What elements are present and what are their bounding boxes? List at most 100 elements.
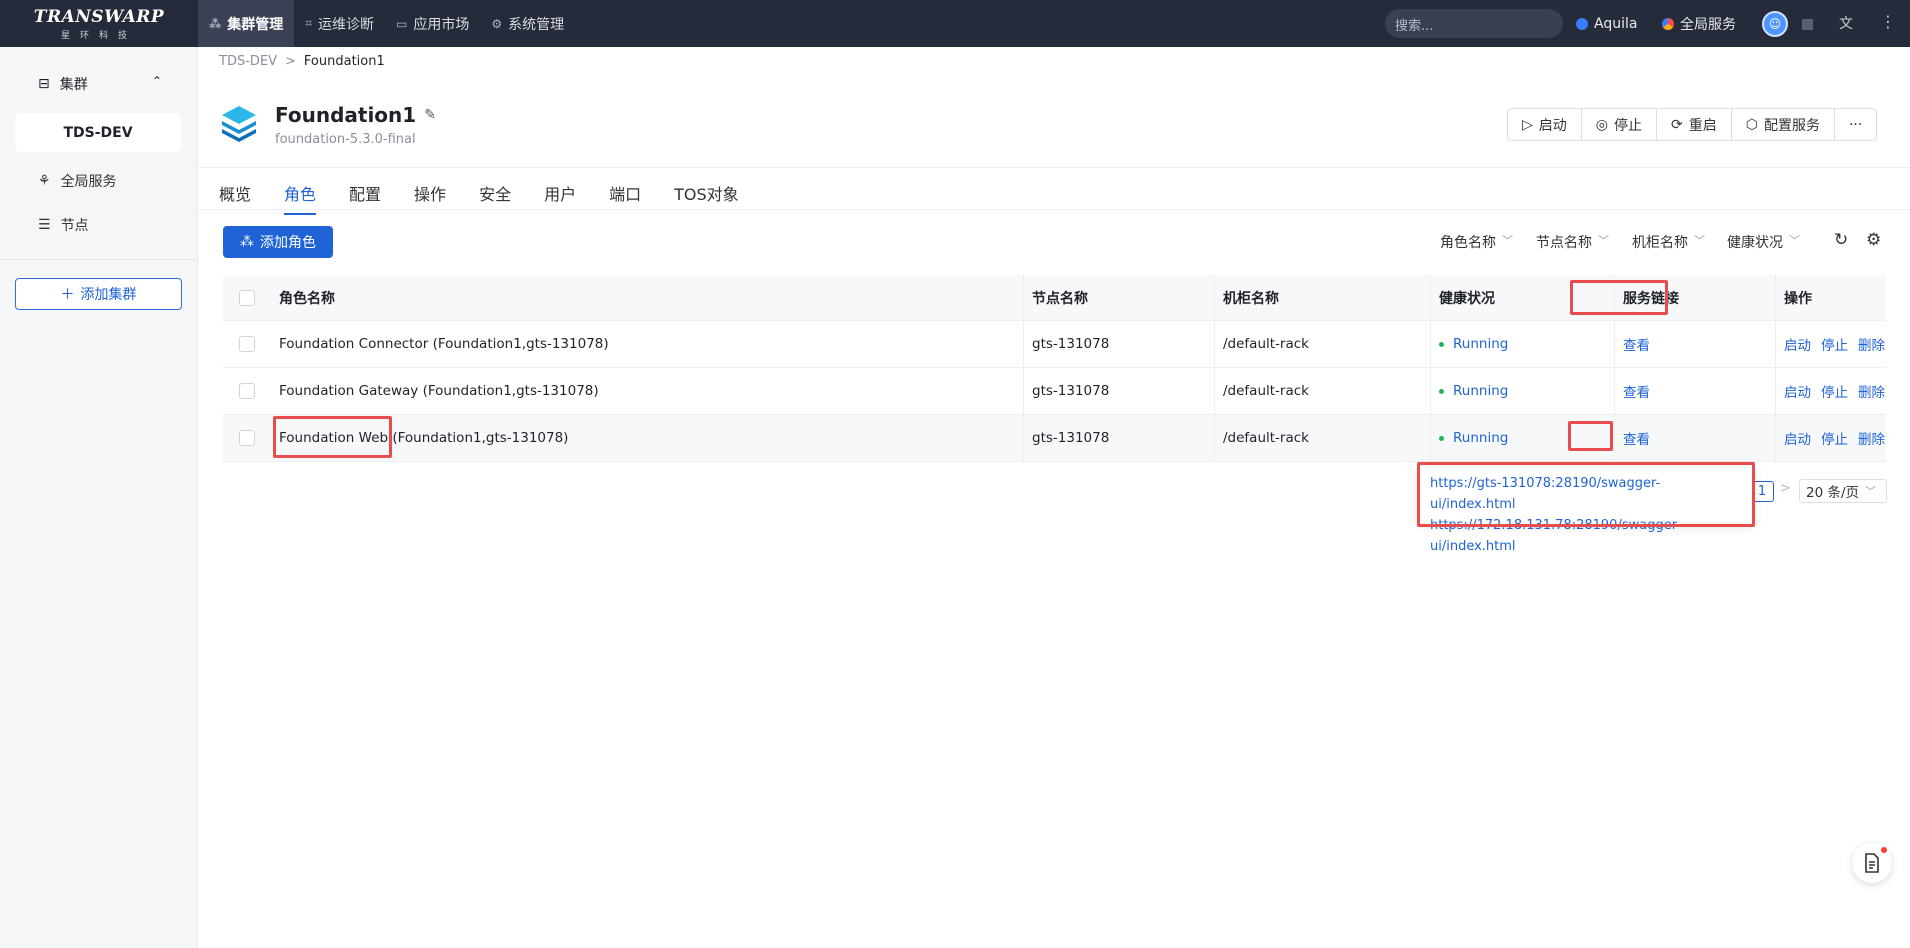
service-name: Foundation1 [275,103,417,127]
row-stop-link[interactable]: 停止 [1821,428,1848,448]
row-checkbox[interactable] [239,336,255,352]
refresh-icon[interactable]: ↻ [1834,230,1848,250]
add-cluster-button[interactable]: ＋ 添加集群 [15,278,182,310]
view-link[interactable]: 查看 [1623,381,1650,401]
config-service-button[interactable]: ⬡ 配置服务 [1732,109,1835,140]
node-name: gts-131078 [1024,321,1215,367]
row-delete-link[interactable]: 删除 [1858,334,1885,354]
topnav-market[interactable]: ▭ 应用市场 [385,0,480,47]
service-link-cell: 查看 [1615,415,1776,461]
tab-overview[interactable]: 概览 [219,177,251,209]
row-select-cell [223,321,271,367]
tab-users[interactable]: 用户 [544,177,576,209]
breadcrumb-current: Foundation1 [303,54,385,69]
filter-node-name[interactable]: 节点名称 ﹀ [1536,232,1609,252]
role-name: Foundation Connector (Foundation1,gts-13… [271,321,1024,367]
sidebar-cluster-header[interactable]: ⊟ 集群 ⌃ [38,74,168,94]
column-header: 机柜名称 [1215,275,1431,320]
status-text: Running [1453,430,1509,446]
row-delete-link[interactable]: 删除 [1858,428,1885,448]
ops-cell: 启动 停止 删除 [1776,321,1886,367]
divider [198,209,1910,210]
filter-health[interactable]: 健康状况 ﹀ [1727,232,1800,252]
tab-tos-objects[interactable]: TOS对象 [674,177,739,209]
table-row: Foundation Connector (Foundation1,gts-13… [223,321,1886,368]
restart-button[interactable]: ⟳ 重启 [1657,109,1732,140]
more-icon[interactable]: ⋮ [1880,12,1896,31]
health-cell: Running [1431,321,1615,367]
tab-config[interactable]: 配置 [349,177,381,209]
services-icon: ⚘ [38,173,51,189]
aquila-link[interactable]: Aquila [1576,0,1637,47]
sidebar: ⊟ 集群 ⌃ TDS-DEV ⚘ 全局服务 ☰ 节点 ＋ 添加集群 [0,47,198,948]
logo-sub: 星环科技 [60,30,137,41]
tab-security[interactable]: 安全 [479,177,511,209]
tab-roles[interactable]: 角色 [284,177,317,215]
settings-icon[interactable]: ⚙ [1866,230,1881,250]
status-text: Running [1453,383,1509,399]
search-input[interactable]: 搜索... [1385,9,1563,38]
cluster-list-icon: ⊟ [38,76,50,92]
page-number[interactable]: 1 [1750,481,1774,502]
row-start-link[interactable]: 启动 [1784,334,1811,354]
service-version: foundation-5.3.0-final [275,132,416,147]
edit-icon[interactable]: ✎ [424,107,436,123]
start-button[interactable]: ▷ 启动 [1508,109,1582,140]
notification-icon[interactable] [1802,19,1813,30]
divider [198,167,1910,168]
rack-name: /default-rack [1215,368,1431,414]
restart-label: 重启 [1688,117,1717,134]
row-select-cell [223,368,271,414]
health-cell: Running [1431,415,1615,461]
topnav-label: 集群管理 [227,16,284,33]
topnav-system[interactable]: ⚙ 系统管理 [480,0,575,47]
gear-icon: ⚙ [491,16,503,31]
tab-ports[interactable]: 端口 [609,177,641,209]
sidebar-item-nodes[interactable]: ☰ 节点 [38,215,89,235]
global-services-label: 全局服务 [1680,16,1736,33]
plus-icon: ＋ [60,287,75,303]
select-all-checkbox[interactable] [239,289,255,306]
page-size-select[interactable]: 20 条/页 ﹀ [1799,479,1887,503]
next-page-icon[interactable]: > [1780,481,1791,496]
sidebar-item-tds-dev[interactable]: TDS-DEV [15,113,181,152]
tab-operations[interactable]: 操作 [414,177,446,209]
view-link[interactable]: 查看 [1623,428,1650,448]
rack-name: /default-rack [1215,321,1431,367]
global-services-link[interactable]: 全局服务 [1662,0,1736,47]
ops-cell: 启动 停止 删除 [1776,415,1886,461]
row-checkbox[interactable] [239,430,255,446]
topnav-diagnose[interactable]: ⌗ 运维诊断 [294,0,385,47]
topnav-cluster-management[interactable]: ⁂ 集群管理 [198,0,295,47]
row-select-cell [223,415,271,461]
status-dot-icon [1439,341,1444,347]
row-stop-link[interactable]: 停止 [1821,381,1848,401]
breadcrumb-parent[interactable]: TDS-DEV [219,54,277,69]
notification-dot [1881,847,1887,853]
service-url-link[interactable]: https://172.18.131.78:28190/swagger-ui/i… [1430,515,1743,557]
view-link[interactable]: 查看 [1623,334,1650,354]
row-start-link[interactable]: 启动 [1784,428,1811,448]
config-label: 配置服务 [1763,117,1820,134]
logo[interactable]: TRANSWARP 星环科技 [0,0,198,47]
row-checkbox[interactable] [239,383,255,399]
row-start-link[interactable]: 启动 [1784,381,1811,401]
more-label: ··· [1848,116,1863,133]
add-role-button[interactable]: ⁂ 添加角色 [223,226,333,258]
filter-rack-name[interactable]: 机柜名称 ﹀ [1632,232,1705,252]
avatar[interactable]: ☺ [1762,11,1788,37]
filter-role-name[interactable]: 角色名称 ﹀ [1440,232,1513,252]
more-button[interactable]: ··· [1835,109,1876,140]
status-badge: Running [1439,430,1508,446]
row-stop-link[interactable]: 停止 [1821,334,1848,354]
service-url-link[interactable]: https://gts-131078:28190/swagger-ui/inde… [1430,473,1743,515]
topnav-label: 应用市场 [413,16,470,33]
health-cell: Running [1431,368,1615,414]
stop-button[interactable]: ◎ 停止 [1582,109,1657,140]
filter-label: 机柜名称 [1632,235,1688,251]
document-button[interactable] [1852,843,1892,883]
language-icon[interactable]: 文 [1839,13,1853,33]
action-group: ▷ 启动 ◎ 停止 ⟳ 重启 ⬡ 配置服务 ··· [1507,108,1878,141]
row-delete-link[interactable]: 删除 [1858,381,1885,401]
sidebar-item-global-services[interactable]: ⚘ 全局服务 [38,171,117,191]
